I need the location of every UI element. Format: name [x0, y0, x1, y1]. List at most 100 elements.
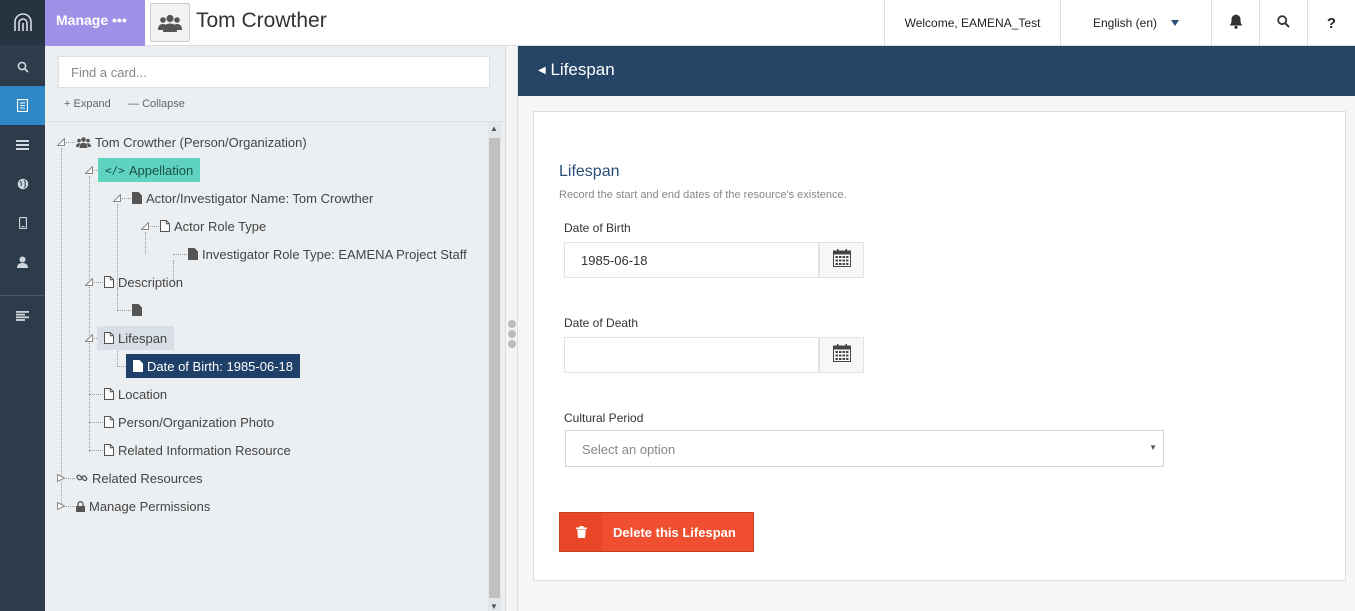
- tree-connector: [117, 310, 131, 311]
- tree-node-label: Related Resources: [92, 470, 203, 486]
- file-filled-icon: [132, 192, 142, 204]
- tree-node-label: Person/Organization Photo: [118, 414, 275, 430]
- manage-menu-button[interactable]: Manage •••: [45, 0, 145, 46]
- calendar-icon: [832, 343, 851, 367]
- expand-toggle-icon[interactable]: [141, 222, 149, 230]
- tree-node-related-info[interactable]: Related Information Resource: [104, 438, 291, 462]
- tree-node-date-of-birth[interactable]: Date of Birth: 1985-06-18: [126, 354, 300, 378]
- tree-node-appellation[interactable]: </> Appellation: [98, 158, 201, 182]
- expand-toggle-icon[interactable]: [57, 138, 65, 146]
- mobile-icon[interactable]: [0, 203, 45, 242]
- tree-node-label: Lifespan: [118, 330, 168, 346]
- tree-connector: [173, 254, 187, 255]
- welcome-user[interactable]: Welcome, EAMENA_Test: [884, 0, 1060, 46]
- tree-node-label: Appellation: [128, 162, 194, 178]
- calendar-icon: [832, 248, 851, 272]
- search-icon: [1277, 15, 1290, 31]
- tree-node-actor-name[interactable]: Actor/Investigator Name: Tom Crowther: [132, 186, 373, 210]
- tree-node-label: Related Information Resource: [118, 442, 291, 458]
- collapse-all-button[interactable]: — Collapse: [128, 98, 185, 110]
- search-icon[interactable]: [0, 47, 45, 86]
- tree-node-actor-role-type[interactable]: Actor Role Type: [160, 214, 266, 238]
- dod-input[interactable]: [564, 337, 819, 373]
- collapse-label: Collapse: [142, 98, 185, 110]
- scroll-down-arrow-icon[interactable]: ▼: [490, 602, 498, 611]
- dob-calendar-button[interactable]: [819, 242, 864, 278]
- tree-connector: [117, 366, 126, 367]
- expand-toggle-icon[interactable]: [85, 166, 93, 174]
- card-subtitle: Record the start and end dates of the re…: [559, 189, 847, 201]
- global-search-button[interactable]: [1259, 0, 1307, 46]
- caret-left-icon: ◀: [538, 65, 546, 76]
- file-filled-icon: [132, 304, 142, 316]
- splitter-grip-dot: [508, 330, 516, 338]
- tree-node-investigator-role[interactable]: Investigator Role Type: EAMENA Project S…: [188, 242, 467, 266]
- tree-connector: [89, 450, 103, 451]
- help-button[interactable]: ?: [1307, 0, 1355, 46]
- expand-label: Expand: [73, 98, 111, 110]
- file-filled-icon: [133, 360, 143, 372]
- form-header-title: Lifespan: [550, 60, 615, 79]
- list-icon[interactable]: [0, 125, 45, 164]
- panel-splitter[interactable]: [505, 46, 518, 611]
- select-placeholder: Select an option: [582, 442, 676, 457]
- tree-node-manage-permissions[interactable]: Manage Permissions: [76, 494, 210, 518]
- expand-toggle-icon[interactable]: [57, 502, 65, 510]
- file-filled-icon: [188, 248, 198, 260]
- cultural-period-select[interactable]: Select an option ▼: [565, 430, 1164, 467]
- scroll-up-arrow-icon[interactable]: ▲: [490, 124, 498, 133]
- notifications-button[interactable]: [1211, 0, 1259, 46]
- tree-node-label: Tom Crowther (Person/Organization): [95, 134, 307, 150]
- file-outline-icon: [104, 276, 114, 288]
- tree-connector: [89, 422, 103, 423]
- side-nav-rail: [0, 0, 45, 611]
- tree-node-label: Actor/Investigator Name: Tom Crowther: [146, 190, 374, 206]
- tree-node-photo[interactable]: Person/Organization Photo: [104, 410, 274, 434]
- card-tree-panel: Find a card... + Expand — Collapse Tom C…: [45, 46, 505, 611]
- dob-label: Date of Birth: [564, 221, 631, 235]
- expand-toggle-icon[interactable]: [85, 278, 93, 286]
- form-header[interactable]: ◀ Lifespan: [518, 46, 1355, 96]
- file-outline-icon: [104, 416, 114, 428]
- tree-node-lifespan[interactable]: Lifespan: [97, 326, 175, 350]
- card-title: Lifespan: [559, 163, 620, 180]
- user-icon[interactable]: [0, 242, 45, 281]
- chevron-down-icon: ▼: [1149, 443, 1157, 452]
- tree-node-description[interactable]: Description: [104, 270, 183, 294]
- file-outline-icon: [160, 220, 170, 232]
- tree-node-label: Description: [118, 274, 184, 290]
- scrollbar-thumb[interactable]: [489, 138, 500, 598]
- expand-all-button[interactable]: + Expand: [64, 98, 111, 110]
- top-header: Manage ••• Tom Crowther Welcome, EAMENA_…: [45, 0, 1355, 46]
- globe-icon[interactable]: [0, 164, 45, 203]
- tree-divider: [45, 121, 505, 122]
- tree-node-related-resources[interactable]: Related Resources: [76, 466, 203, 490]
- tree-scrollbar[interactable]: ▲ ▼: [488, 122, 501, 611]
- dod-calendar-button[interactable]: [819, 337, 864, 373]
- splitter-grip-dot: [508, 340, 516, 348]
- tree-node-description-child[interactable]: [132, 298, 146, 322]
- resource-editor-icon[interactable]: [0, 86, 45, 125]
- expand-toggle-icon[interactable]: [85, 334, 93, 342]
- tree-connector: [61, 148, 62, 508]
- tree-node-root[interactable]: Tom Crowther (Person/Organization): [76, 130, 307, 154]
- expand-toggle-icon[interactable]: [113, 194, 121, 202]
- delete-label: Delete this Lifespan: [613, 524, 736, 540]
- align-left-icon[interactable]: [0, 296, 45, 335]
- expand-toggle-icon[interactable]: [57, 474, 65, 482]
- language-selector[interactable]: English (en): [1060, 0, 1211, 46]
- resource-type-icon: [150, 3, 190, 42]
- arches-logo-icon[interactable]: [0, 0, 45, 45]
- card-form-panel: ◀ Lifespan Lifespan Record the start and…: [518, 46, 1355, 611]
- delete-lifespan-button[interactable]: Delete this Lifespan: [559, 512, 754, 552]
- tree-connector: [89, 176, 90, 452]
- tree-node-location[interactable]: Location: [104, 382, 167, 406]
- lock-icon: [76, 500, 85, 512]
- language-label: English (en): [1092, 16, 1158, 30]
- file-outline-icon: [104, 332, 114, 344]
- dob-input[interactable]: 1985-06-18: [564, 242, 819, 278]
- dod-label: Date of Death: [564, 316, 639, 330]
- find-card-input[interactable]: Find a card...: [58, 56, 490, 88]
- tree-connector: [145, 232, 146, 254]
- splitter-grip-dot: [508, 320, 516, 328]
